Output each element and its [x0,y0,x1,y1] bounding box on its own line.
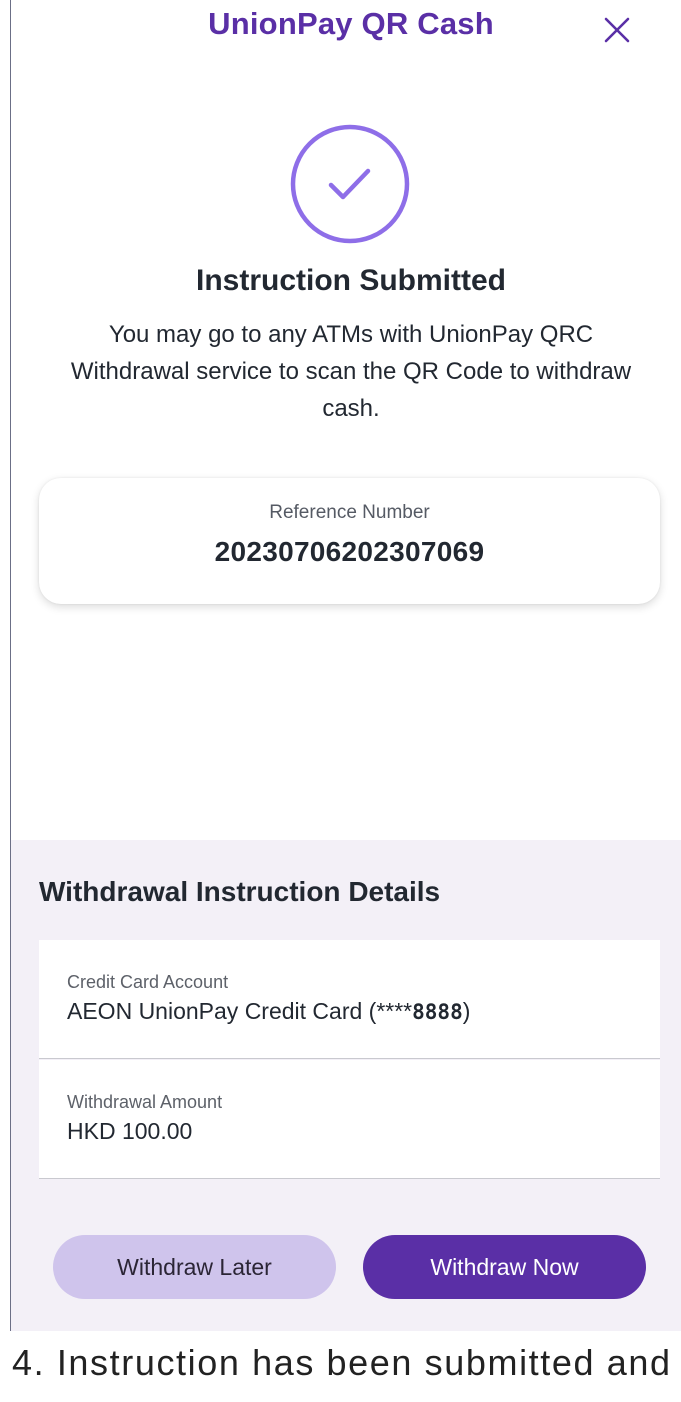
checkmark-circle-icon [290,124,410,244]
card-last-digits: 8888 [412,1000,463,1024]
status-title: Instruction Submitted [196,264,506,297]
step-caption: 4. Instruction has been submitted and [12,1342,672,1383]
withdrawal-amount-row: Withdrawal Amount HKD 100.00 [39,1060,660,1179]
reference-number: 20230706202307069 [214,536,485,567]
credit-card-account-row: Credit Card Account AEON UnionPay Credit… [39,940,660,1059]
credit-card-account-label: Credit Card Account [67,972,229,992]
page-title: UnionPay QR Cash [208,6,494,41]
withdrawal-amount-value: HKD 100.00 [67,1118,193,1144]
details-title: Withdrawal Instruction Details [39,876,441,907]
close-icon [604,17,630,43]
close-button[interactable] [597,10,637,50]
withdrawal-details-section: Withdrawal Instruction Details Credit Ca… [11,840,681,1331]
status-description: You may go to any ATMs with UnionPay QRC… [70,321,632,422]
card-name: AEON UnionPay Credit Card (**** [67,998,413,1024]
credit-card-account-value: AEON UnionPay Credit Card (****8888) [67,998,470,1025]
withdraw-now-button[interactable]: Withdraw Now [363,1235,646,1299]
reference-label: Reference Number [269,502,430,523]
reference-card: Reference Number 20230706202307069 [39,478,660,604]
withdrawal-amount-label: Withdrawal Amount [67,1092,223,1112]
card-suffix: ) [462,998,471,1024]
app-screen: UnionPay QR Cash Instruction Submitted Y… [10,0,681,1331]
withdraw-later-button[interactable]: Withdraw Later [53,1235,336,1299]
